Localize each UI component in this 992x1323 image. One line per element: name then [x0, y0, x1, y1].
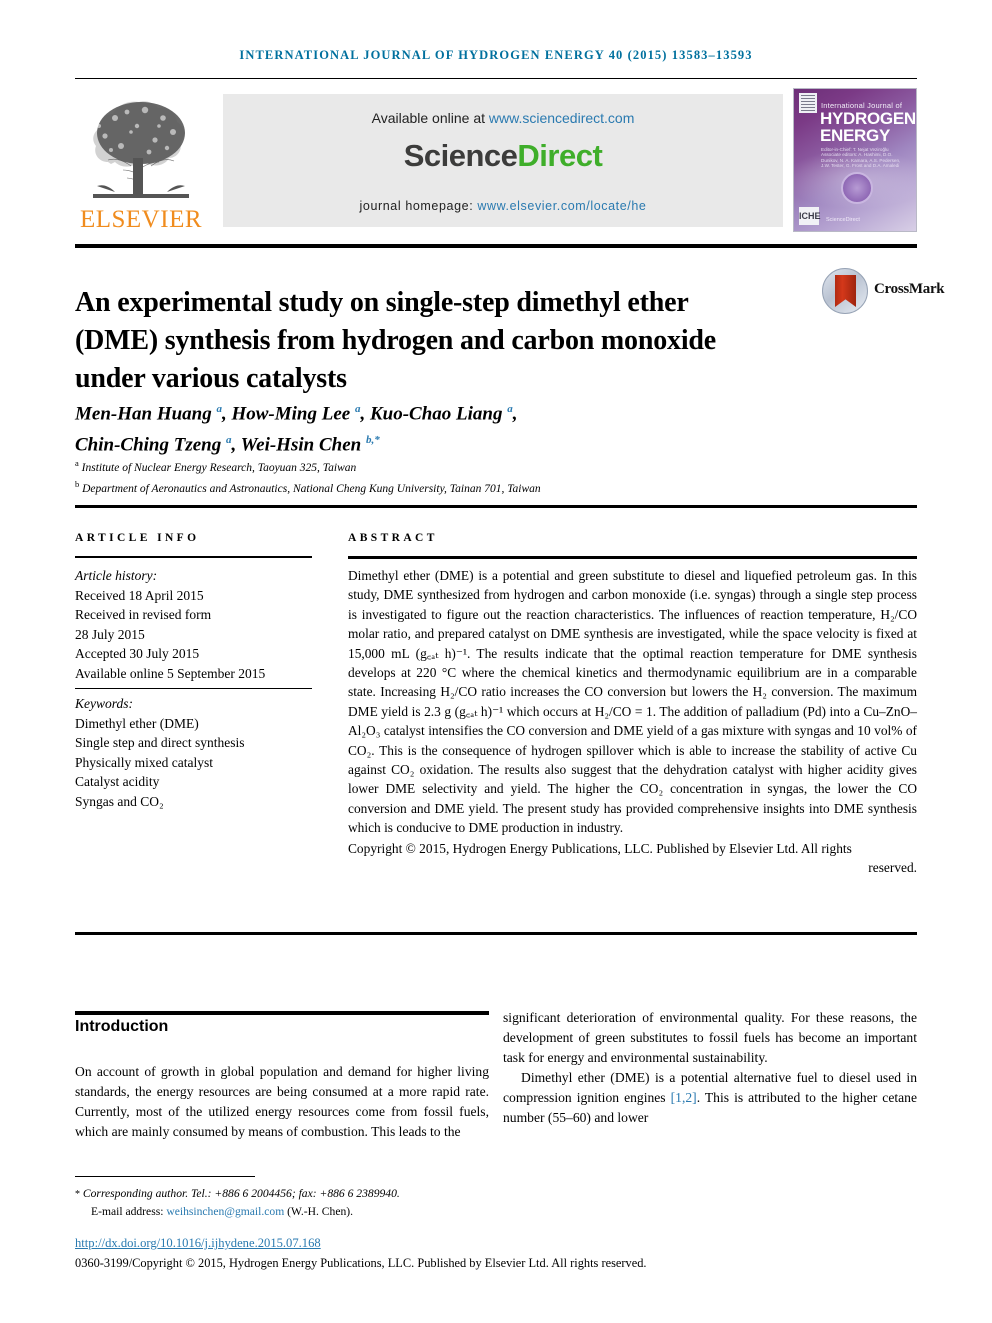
journal-homepage-line: journal homepage: www.elsevier.com/locat…	[223, 199, 783, 213]
abstract-heading: Abstract	[348, 532, 438, 544]
article-history-label: Article history:	[75, 568, 158, 583]
header-divider	[75, 78, 917, 79]
cover-title-hydrogen: HYDROGEN	[820, 109, 916, 128]
keywords-block: Keywords: Dimethyl ether (DME) Single st…	[75, 694, 315, 811]
sciencedirect-link[interactable]: www.sciencedirect.com	[489, 110, 635, 126]
doi-link[interactable]: http://dx.doi.org/10.1016/j.ijhydene.201…	[75, 1236, 321, 1251]
body-paragraph-1: significant deterioration of environment…	[503, 1010, 917, 1065]
introduction-heading: Introduction	[75, 1018, 169, 1035]
corresponding-author-marker: *	[75, 1189, 80, 1200]
cover-ring-graphic	[841, 172, 873, 204]
sciencedirect-logo-science: Science	[403, 138, 518, 173]
corresponding-author-line: * Corresponding author. Tel.: +886 6 200…	[75, 1186, 875, 1204]
affiliations: a Institute of Nuclear Energy Research, …	[75, 455, 875, 497]
abstract-rule	[348, 556, 917, 559]
available-online-line: Available online at www.sciencedirect.co…	[223, 110, 783, 126]
keyword-item: Single step and direct synthesis	[75, 735, 245, 750]
cover-title-energy: ENERGY	[820, 126, 890, 145]
history-item: 28 July 2015	[75, 626, 145, 642]
elsevier-logo: ELSEVIER	[75, 88, 207, 236]
history-item: Accepted 30 July 2015	[75, 646, 200, 661]
abstract-body: Dimethyl ether (DME) is a potential and …	[348, 568, 917, 836]
history-item: Received 18 April 2015	[75, 587, 204, 603]
abstract-copyright-last: reserved.	[868, 860, 917, 876]
crossmark-label: CrossMark	[874, 281, 945, 297]
citation-link[interactable]: [1,2]	[671, 1090, 697, 1105]
crossmark-badge[interactable]: CrossMark	[822, 268, 945, 316]
email-owner: (W.-H. Chen).	[284, 1204, 354, 1218]
author-list: Men-Han Huang a, How-Ming Lee a, Kuo-Cha…	[75, 396, 795, 459]
introduction-rule	[75, 1011, 489, 1015]
affiliation-a-text: Institute of Nuclear Energy Research, Ta…	[81, 461, 357, 474]
sciencedirect-logo-direct: Direct	[517, 138, 603, 173]
elsevier-tree-icon	[93, 101, 189, 198]
email-label: E-mail address:	[91, 1204, 167, 1218]
available-online-label: Available online at	[371, 110, 489, 126]
crossmark-circle-icon	[822, 268, 868, 314]
affiliation-b-text: Department of Aeronautics and Astronauti…	[82, 482, 541, 495]
keyword-item: Physically mixed catalyst	[75, 754, 213, 770]
keyword-item: Syngas and CO₂	[75, 793, 164, 809]
body-column-right: significant deterioration of environment…	[503, 1008, 917, 1128]
email-link[interactable]: weihsinchen@gmail.com	[166, 1205, 284, 1218]
cover-editors: Editor-in-Chief: T. Nejat Veziroğlu Asso…	[821, 147, 901, 169]
affiliation-a: a Institute of Nuclear Energy Research, …	[75, 458, 357, 474]
sciencedirect-logo: ScienceDirect	[223, 138, 783, 174]
cover-elsevier-mark-icon	[799, 93, 817, 113]
abstract-copyright-main: Copyright © 2015, Hydrogen Energy Public…	[348, 840, 852, 856]
journal-banner: ELSEVIER Available online at www.science…	[75, 88, 917, 236]
author-line-2: Chin-Ching Tzeng a, Wei-Hsin Chen b,*	[75, 434, 380, 456]
body-paragraph-2: Dimethyl ether (DME) is a potential alte…	[503, 1068, 917, 1128]
history-item: Available online 5 September 2015	[75, 665, 266, 681]
paper-page: International Journal of Hydrogen Energy…	[0, 0, 992, 1323]
journal-homepage-link[interactable]: www.elsevier.com/locate/he	[477, 199, 646, 213]
history-item: Received in revised form	[75, 607, 212, 622]
corresponding-author-text: Corresponding author. Tel.: +886 6 20044…	[82, 1187, 400, 1200]
title-top-rule	[75, 244, 917, 248]
abstract-bottom-rule	[75, 932, 917, 935]
abstract-copyright: Copyright © 2015, Hydrogen Energy Public…	[348, 839, 917, 878]
issn-copyright-line: 0360-3199/Copyright © 2015, Hydrogen Ene…	[75, 1256, 647, 1270]
keyword-item: Catalyst acidity	[75, 774, 160, 789]
footnote-rule	[75, 1176, 255, 1177]
author-line-1: Men-Han Huang a, How-Ming Lee a, Kuo-Cha…	[75, 403, 518, 425]
info-section-top-rule	[75, 505, 917, 508]
keywords-label: Keywords:	[75, 696, 133, 711]
keywords-rule	[75, 688, 312, 689]
running-head: International Journal of Hydrogen Energy…	[239, 48, 753, 62]
journal-cover-image: International Journal of HYDROGEN ENERGY…	[793, 88, 917, 232]
sciencedirect-box: Available online at www.sciencedirect.co…	[223, 94, 783, 227]
keyword-item: Dimethyl ether (DME)	[75, 715, 199, 731]
cover-sciencedirect-mark: ScienceDirect	[826, 217, 860, 223]
abstract-block: Dimethyl ether (DME) is a potential and …	[348, 566, 917, 878]
cover-imprint-logo-icon: ICHE	[799, 207, 821, 225]
elsevier-wordmark: ELSEVIER	[79, 206, 203, 233]
article-info-rule	[75, 556, 312, 558]
email-line: E-mail address: weihsinchen@gmail.com (W…	[75, 1204, 875, 1221]
affiliation-b: b Department of Aeronautics and Astronau…	[75, 478, 541, 495]
journal-homepage-label: journal homepage:	[359, 199, 478, 213]
crossmark-book-icon	[835, 275, 856, 307]
body-column-left: On account of growth in global populatio…	[75, 1064, 489, 1139]
article-history: Article history: Received 18 April 2015 …	[75, 566, 315, 683]
article-info-heading: Article info	[75, 532, 200, 544]
page-title: An experimental study on single-step dim…	[75, 286, 716, 394]
footnote-block: * Corresponding author. Tel.: +886 6 200…	[75, 1186, 875, 1220]
